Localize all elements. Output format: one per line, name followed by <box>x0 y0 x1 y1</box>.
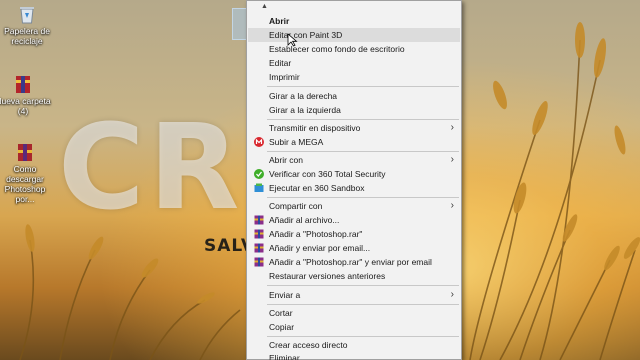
menu-item-label: Crear acceso directo <box>269 340 348 350</box>
menu-item-girar-izquierda[interactable]: Girar a la izquierda <box>248 103 460 117</box>
menu-item-label: Transmitir en dispositivo <box>269 123 361 133</box>
desktop-icon-recycle-bin[interactable]: Papelera de reciclaje <box>0 4 56 46</box>
recycle-bin-icon <box>20 7 34 24</box>
winrar-archive-icon <box>16 76 30 93</box>
menu-item-label: Subir a MEGA <box>269 137 324 147</box>
menu-item-label: Cortar <box>269 308 293 318</box>
menu-item-label: Copiar <box>269 322 295 332</box>
menu-item-label: Editar <box>269 58 292 68</box>
desktop-icon-label: Nueva carpeta (4) <box>0 96 51 116</box>
menu-item-anadir-photoshop-rar[interactable]: Añadir a "Photoshop.rar" <box>248 227 460 241</box>
menu-item-copiar[interactable]: Copiar <box>248 320 460 334</box>
menu-item-abrir[interactable]: Abrir <box>248 14 460 28</box>
menu-item-abrir-con[interactable]: Abrir con › <box>248 153 460 167</box>
menu-item-label: Ejecutar en 360 Sandbox <box>269 183 365 193</box>
menu-item-label: Abrir <box>269 16 290 26</box>
context-menu: ▲ Abrir Editar con Paint 3D Establecer c… <box>246 0 462 360</box>
menu-separator <box>267 197 459 198</box>
menu-separator <box>267 151 459 152</box>
menu-separator <box>267 304 459 305</box>
menu-item-restaurar-versiones[interactable]: Restaurar versiones anteriores <box>248 269 460 283</box>
menu-item-crear-acceso-directo[interactable]: Crear acceso directo <box>248 338 460 352</box>
menu-item-label: Editar con Paint 3D <box>269 30 343 40</box>
desktop-icon-como-descargar[interactable]: Como descargar Photoshop por... <box>0 142 54 204</box>
menu-item-imprimir[interactable]: Imprimir <box>248 70 460 84</box>
menu-item-ejecutar-sandbox[interactable]: Ejecutar en 360 Sandbox <box>248 181 460 195</box>
menu-item-cortar[interactable]: Cortar <box>248 306 460 320</box>
menu-item-label: Enviar a <box>269 290 301 300</box>
menu-item-establecer-fondo[interactable]: Establecer como fondo de escritorio <box>248 42 460 56</box>
submenu-arrow-icon: › <box>450 122 454 133</box>
menu-item-editar[interactable]: Editar <box>248 56 460 70</box>
menu-item-label: Eliminar <box>269 353 300 360</box>
menu-item-compartir-con[interactable]: Compartir con › <box>248 199 460 213</box>
menu-item-label: Añadir y enviar por email... <box>269 243 371 253</box>
menu-item-label: Verificar con 360 Total Security <box>269 169 386 179</box>
winrar-icon <box>254 229 264 239</box>
desktop-icon-nueva-carpeta[interactable]: Nueva carpeta (4) <box>0 74 52 116</box>
menu-item-anadir-enviar-email[interactable]: Añadir y enviar por email... <box>248 241 460 255</box>
menu-item-label: Abrir con <box>269 155 304 165</box>
menu-scroll-up-arrow-icon[interactable]: ▲ <box>261 3 268 10</box>
menu-item-editar-con-paint-3d[interactable]: Editar con Paint 3D <box>248 28 460 42</box>
360-sandbox-icon <box>254 183 264 192</box>
menu-item-subir-mega[interactable]: Subir a MEGA <box>248 135 460 149</box>
360-security-icon <box>254 169 264 179</box>
menu-separator <box>267 119 459 120</box>
menu-item-verificar-360[interactable]: Verificar con 360 Total Security <box>248 167 460 181</box>
menu-separator <box>267 86 459 87</box>
winrar-icon <box>254 215 264 225</box>
mega-icon <box>254 137 264 147</box>
menu-item-label: Girar a la derecha <box>269 91 338 101</box>
submenu-arrow-icon: › <box>450 289 454 300</box>
menu-item-label: Girar a la izquierda <box>269 105 341 115</box>
menu-item-transmitir[interactable]: Transmitir en dispositivo › <box>248 121 460 135</box>
menu-item-anadir-archivo[interactable]: Añadir al archivo... <box>248 213 460 227</box>
menu-item-label: Compartir con <box>269 201 323 211</box>
menu-separator <box>267 336 459 337</box>
menu-item-enviar-a[interactable]: Enviar a › <box>248 288 460 302</box>
menu-item-label: Imprimir <box>269 72 300 82</box>
menu-item-label: Añadir al archivo... <box>269 215 340 225</box>
submenu-arrow-icon: › <box>450 200 454 211</box>
menu-item-anadir-photoshop-rar-email[interactable]: Añadir a "Photoshop.rar" y enviar por em… <box>248 255 460 269</box>
submenu-arrow-icon: › <box>450 154 454 165</box>
menu-separator <box>267 285 459 286</box>
winrar-icon <box>254 257 264 267</box>
desktop[interactable]: CR O SALV Papelera de reciclaje Nueva ca… <box>0 0 640 360</box>
menu-item-label: Añadir a "Photoshop.rar" y enviar por em… <box>269 257 432 267</box>
winrar-icon <box>254 243 264 253</box>
winrar-archive-icon <box>18 144 32 161</box>
mouse-cursor-icon <box>287 33 298 47</box>
desktop-icon-label: Papelera de reciclaje <box>4 26 50 46</box>
menu-item-eliminar[interactable]: Eliminar <box>248 351 460 360</box>
menu-item-label: Añadir a "Photoshop.rar" <box>269 229 363 239</box>
desktop-icon-label: Como descargar Photoshop por... <box>4 164 46 204</box>
menu-item-girar-derecha[interactable]: Girar a la derecha <box>248 89 460 103</box>
menu-item-label: Restaurar versiones anteriores <box>269 271 386 281</box>
